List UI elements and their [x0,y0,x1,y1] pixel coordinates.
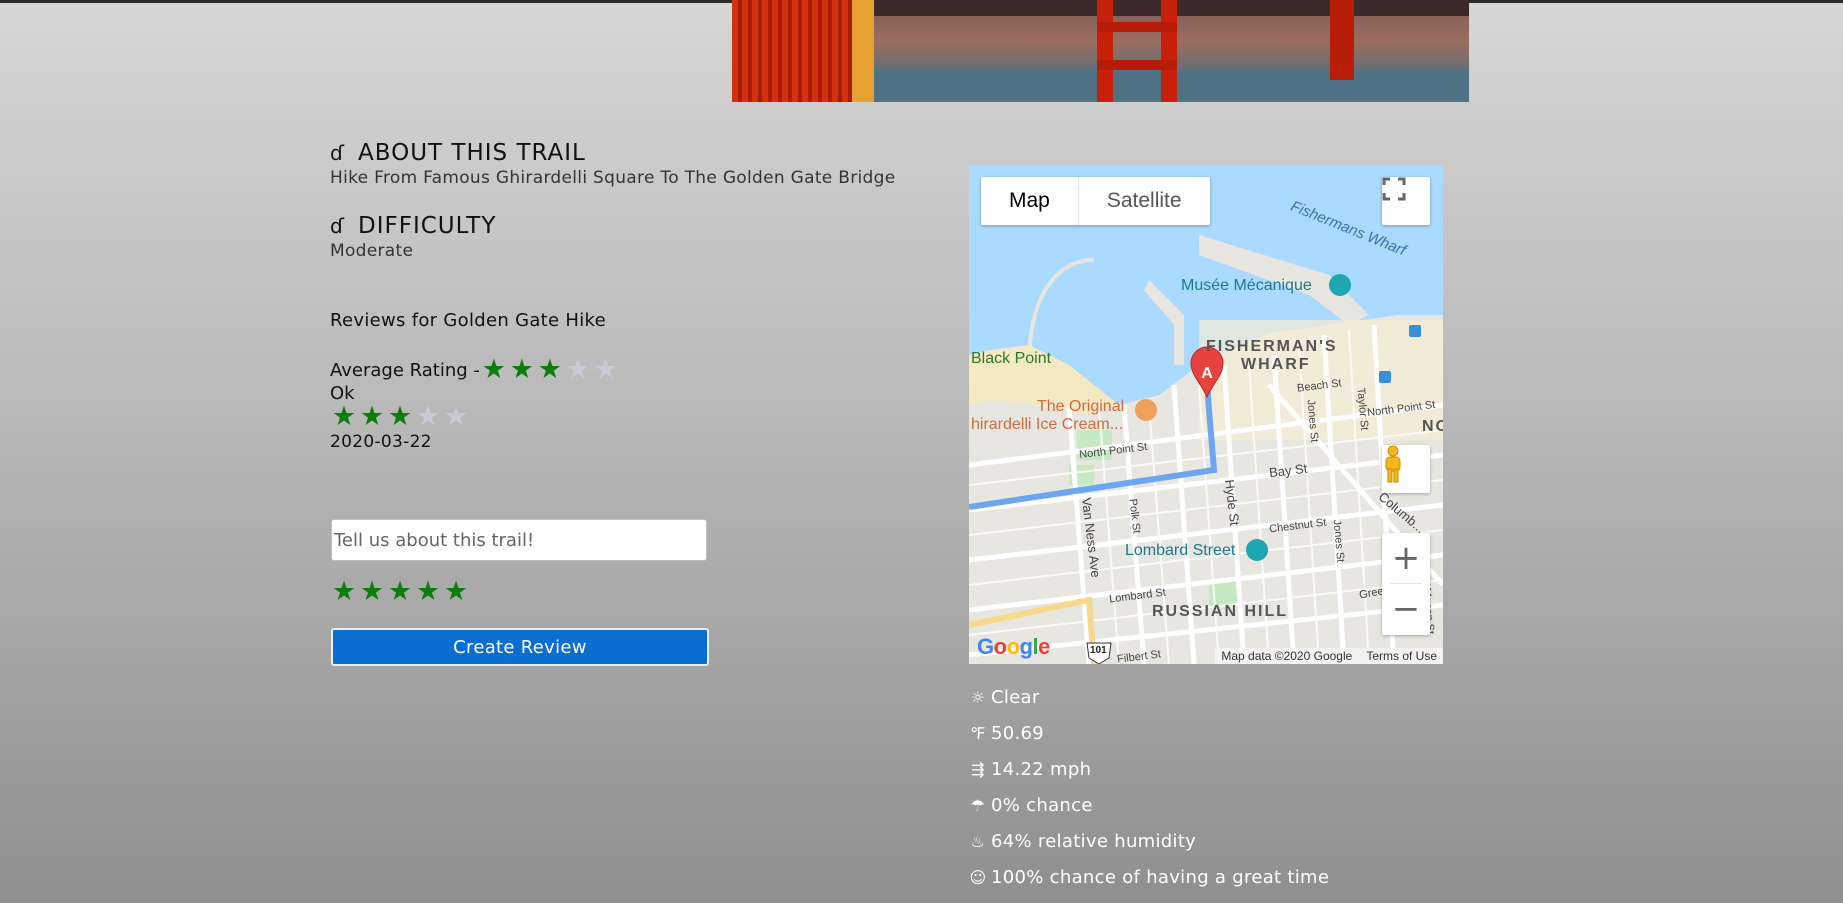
weather-item: ☂ 0% chance [969,795,1093,816]
star-icon: ★ [593,354,618,385]
google-logo[interactable]: Google [977,634,1050,660]
weather-text: 14.22 mph [991,759,1092,780]
map-label-black-point: Black Point [971,350,1052,367]
review-rating-stars: ★ ★ ★ ★ ★ [330,403,470,431]
new-review-rating-stars[interactable]: ★ ★ ★ ★ ★ [330,578,470,606]
wind-icon: ⇶ [971,760,985,779]
weather-text: 0% chance [991,795,1093,816]
minus-icon: − [1391,589,1421,629]
boot-icon: ɗ [330,214,345,238]
average-rating-row: Average Rating - ★ ★ ★ ★ ★ [330,356,620,384]
star-icon: ★ [331,401,357,432]
pegman-icon [1385,445,1401,483]
fullscreen-icon [1382,177,1406,201]
thermometer-icon: ℉ [970,724,986,743]
star-icon: ★ [509,354,534,385]
humidity-icon: ♨ [970,832,986,851]
weather-item: ☼ Clear [969,687,1040,708]
zoom-out-button[interactable]: − [1382,584,1430,634]
weather-text: 50.69 [991,723,1045,744]
star-icon: ★ [387,401,413,432]
star-icon[interactable]: ★ [442,578,470,606]
star-icon[interactable]: ★ [386,578,414,606]
map-label-ghirardelli-1: The Original [1037,398,1125,415]
star-icon: ★ [481,354,506,385]
smile-icon: ☺ [969,868,987,887]
weather-text: Clear [991,687,1040,708]
reviews-title: Reviews for Golden Gate Hike [330,310,607,331]
star-icon: ★ [537,354,562,385]
star-icon[interactable]: ★ [330,578,358,606]
weather-text: 100% chance of having a great time [991,867,1330,888]
about-heading-text: ABOUT THIS TRAIL [358,140,586,166]
weather-text: 64% relative humidity [991,831,1197,852]
map-label-lombard-street: Lombard Street [1125,542,1236,559]
map-data-text: Map data ©2020 Google [1221,649,1353,663]
difficulty-heading: ɗ DIFFICULTY [330,213,496,239]
difficulty-text: Moderate [330,241,414,261]
star-icon: ★ [415,401,441,432]
review-input[interactable] [331,519,707,561]
umbrella-icon: ☂ [970,796,986,815]
fullscreen-button[interactable] [1382,177,1430,225]
terms-of-use-link[interactable]: Terms of Use [1366,648,1437,664]
boot-icon: ɗ [330,141,345,165]
map-type-map-button[interactable]: Map [981,177,1079,225]
map-label-russian-hill: RUSSIAN HILL [1152,603,1288,620]
star-icon: ★ [565,354,590,385]
create-review-button[interactable]: Create Review [331,628,709,666]
average-rating-stars: ★ ★ ★ ★ ★ [480,356,620,384]
sun-icon: ☼ [970,688,986,707]
star-icon: ★ [443,401,469,432]
map-attribution: Map data ©2020 Google Terms of Use [1215,648,1443,664]
map-label-ghirardelli-2: hirardelli Ice Cream... [971,416,1124,433]
map-type-control: Map Satellite [981,177,1210,225]
map-label-wharf: WHARF [1241,356,1311,373]
review-date: 2020-03-22 [330,432,432,452]
star-icon[interactable]: ★ [414,578,442,606]
street-view-pegman[interactable] [1382,445,1430,493]
map-type-satellite-button[interactable]: Satellite [1079,177,1210,225]
star-icon: ★ [359,401,385,432]
hero-banner-image [732,0,1469,102]
highway-shield-label: 101 [1090,645,1107,656]
weather-item: ☺ 100% chance of having a great time [969,867,1329,888]
map-marker-label[interactable]: A [1200,365,1214,383]
about-text: Hike From Famous Ghirardelli Square To T… [330,168,896,188]
star-icon[interactable]: ★ [358,578,386,606]
plus-icon: + [1391,538,1421,578]
zoom-control: + − [1382,533,1430,635]
map-label-no: NO [1422,418,1443,435]
weather-item: ♨ 64% relative humidity [969,831,1196,852]
about-heading: ɗ ABOUT THIS TRAIL [330,140,586,166]
map-label-fishermans: FISHERMAN'S [1206,338,1338,355]
trail-map[interactable]: A Musée Mécanique Fishermans Wharf FISHE… [969,165,1443,664]
average-rating-label: Average Rating - [330,359,480,381]
map-label-musee: Musée Mécanique [1181,277,1312,294]
zoom-in-button[interactable]: + [1382,533,1430,583]
difficulty-heading-text: DIFFICULTY [358,213,497,239]
weather-item: ℉ 50.69 [969,723,1044,744]
weather-item: ⇶ 14.22 mph [969,759,1091,780]
